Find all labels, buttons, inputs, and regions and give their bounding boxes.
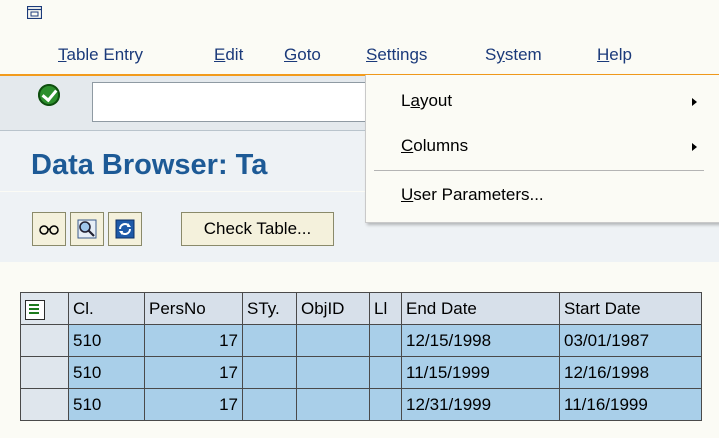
table-cell[interactable]: 510 bbox=[68, 356, 145, 389]
column-header[interactable]: Cl. bbox=[68, 292, 145, 325]
table-cell[interactable] bbox=[242, 356, 297, 389]
table-cell[interactable] bbox=[296, 324, 370, 357]
table-cell[interactable] bbox=[369, 324, 402, 357]
table-cell[interactable]: 11/15/1999 bbox=[401, 356, 560, 389]
menu-item-columns[interactable]: Columns bbox=[401, 136, 468, 156]
menu-settings[interactable]: Settings bbox=[366, 45, 427, 65]
table-cell[interactable] bbox=[296, 356, 370, 389]
table-row[interactable]: 510 17 12/31/1999 11/16/1999 bbox=[20, 388, 702, 421]
table-cell[interactable]: 11/16/1999 bbox=[559, 388, 702, 421]
table-cell[interactable] bbox=[242, 388, 297, 421]
menu-item-layout[interactable]: Layout bbox=[401, 91, 452, 111]
sap-window: Table Entry Edit Goto Settings System He… bbox=[0, 0, 719, 438]
table-cell[interactable]: 510 bbox=[68, 388, 145, 421]
select-all-icon[interactable] bbox=[25, 299, 45, 320]
menu-separator bbox=[374, 170, 704, 171]
table-cell[interactable]: 12/15/1998 bbox=[401, 324, 560, 357]
menu-edit[interactable]: Edit bbox=[214, 45, 243, 65]
find-button[interactable] bbox=[70, 212, 104, 246]
menu-table-entry[interactable]: Table Entry bbox=[58, 45, 143, 65]
table-row[interactable]: 510 17 11/15/1999 12/16/1998 bbox=[20, 356, 702, 389]
row-selector[interactable] bbox=[20, 388, 69, 421]
table-cell[interactable]: 17 bbox=[144, 324, 243, 357]
glasses-icon bbox=[39, 225, 59, 235]
column-header[interactable]: PersNo bbox=[144, 292, 243, 325]
column-header[interactable]: ObjID bbox=[296, 292, 370, 325]
data-table: Cl. PersNo STy. ObjID Ll End Date Start … bbox=[20, 292, 702, 421]
glasses-display-button[interactable] bbox=[32, 212, 66, 246]
enter-check-icon[interactable] bbox=[38, 84, 60, 106]
menu-help[interactable]: Help bbox=[597, 45, 632, 65]
menu-system[interactable]: System bbox=[485, 45, 542, 65]
menu-item-user-parameters[interactable]: User Parameters... bbox=[401, 185, 544, 205]
refresh-button[interactable] bbox=[108, 212, 142, 246]
row-selector[interactable] bbox=[20, 356, 69, 389]
column-header[interactable]: Ll bbox=[369, 292, 402, 325]
table-cell[interactable]: 510 bbox=[68, 324, 145, 357]
table-cell[interactable]: 03/01/1987 bbox=[559, 324, 702, 357]
magnifier-icon bbox=[77, 219, 97, 239]
refresh-icon bbox=[115, 219, 135, 239]
settings-dropdown-menu: Layout Columns User Parameters... bbox=[365, 75, 719, 223]
page-title: Data Browser: Ta bbox=[31, 149, 268, 181]
command-field[interactable] bbox=[92, 82, 388, 122]
check-table-button[interactable]: Check Table... bbox=[181, 212, 334, 246]
system-menu-icon[interactable] bbox=[27, 6, 42, 19]
table-cell[interactable] bbox=[242, 324, 297, 357]
row-selector[interactable] bbox=[20, 324, 69, 357]
table-cell[interactable]: 12/31/1999 bbox=[401, 388, 560, 421]
column-header[interactable]: End Date bbox=[401, 292, 560, 325]
table-cell[interactable] bbox=[369, 388, 402, 421]
column-header[interactable]: STy. bbox=[242, 292, 297, 325]
table-cell[interactable] bbox=[296, 388, 370, 421]
submenu-arrow-icon bbox=[692, 98, 697, 106]
table-cell[interactable]: 17 bbox=[144, 356, 243, 389]
submenu-arrow-icon bbox=[692, 143, 697, 151]
table-cell[interactable] bbox=[369, 356, 402, 389]
table-row[interactable]: 510 17 12/15/1998 03/01/1987 bbox=[20, 324, 702, 357]
table-cell[interactable]: 12/16/1998 bbox=[559, 356, 702, 389]
select-all-cell[interactable] bbox=[20, 292, 69, 325]
menu-goto[interactable]: Goto bbox=[284, 45, 321, 65]
table-cell[interactable]: 17 bbox=[144, 388, 243, 421]
column-header[interactable]: Start Date bbox=[559, 292, 702, 325]
menu-bar: Table Entry Edit Goto Settings System He… bbox=[0, 0, 719, 76]
